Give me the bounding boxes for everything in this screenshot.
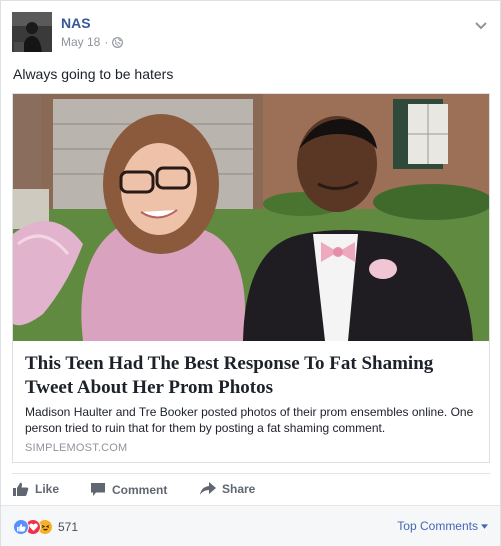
reactions-summary[interactable]: 571: [13, 519, 78, 535]
share-button[interactable]: Share: [200, 482, 255, 496]
post-text: Always going to be haters: [13, 66, 174, 82]
post-options-chevron-icon[interactable]: [475, 17, 487, 30]
actions-divider: [12, 473, 490, 474]
like-label: Like: [35, 482, 60, 496]
meta-separator: ·: [104, 35, 109, 49]
like-reaction-icon: [13, 519, 29, 535]
link-domain: SIMPLEMOST.COM: [25, 442, 128, 454]
link-description: Madison Haulter and Tre Booker posted ph…: [25, 405, 474, 435]
reaction-count[interactable]: 571: [58, 520, 78, 534]
like-button[interactable]: Like: [13, 482, 59, 496]
caret-down-icon: [481, 523, 488, 529]
post-card: NAS May 18 · Always going to be haters T…: [0, 0, 501, 546]
top-comments-label: Top Comments: [397, 519, 478, 533]
post-meta: May 18 ·: [61, 35, 124, 49]
author-avatar[interactable]: [12, 12, 52, 52]
comment-label: Comment: [112, 482, 168, 497]
comment-bubble-icon: [91, 483, 105, 496]
share-arrow-icon: [200, 482, 216, 495]
comment-button[interactable]: Comment: [90, 482, 167, 497]
post-date[interactable]: May 18: [61, 35, 100, 49]
author-name[interactable]: NAS: [61, 15, 91, 31]
link-title[interactable]: This Teen Had The Best Response To Fat S…: [25, 352, 480, 400]
globe-icon[interactable]: [112, 36, 124, 48]
post-footer: 571 Top Comments: [1, 505, 500, 546]
link-preview[interactable]: This Teen Had The Best Response To Fat S…: [12, 93, 490, 463]
thumbs-up-icon: [13, 482, 29, 496]
top-comments-dropdown[interactable]: Top Comments: [397, 519, 488, 533]
share-label: Share: [222, 482, 256, 496]
link-preview-image[interactable]: [13, 94, 489, 341]
